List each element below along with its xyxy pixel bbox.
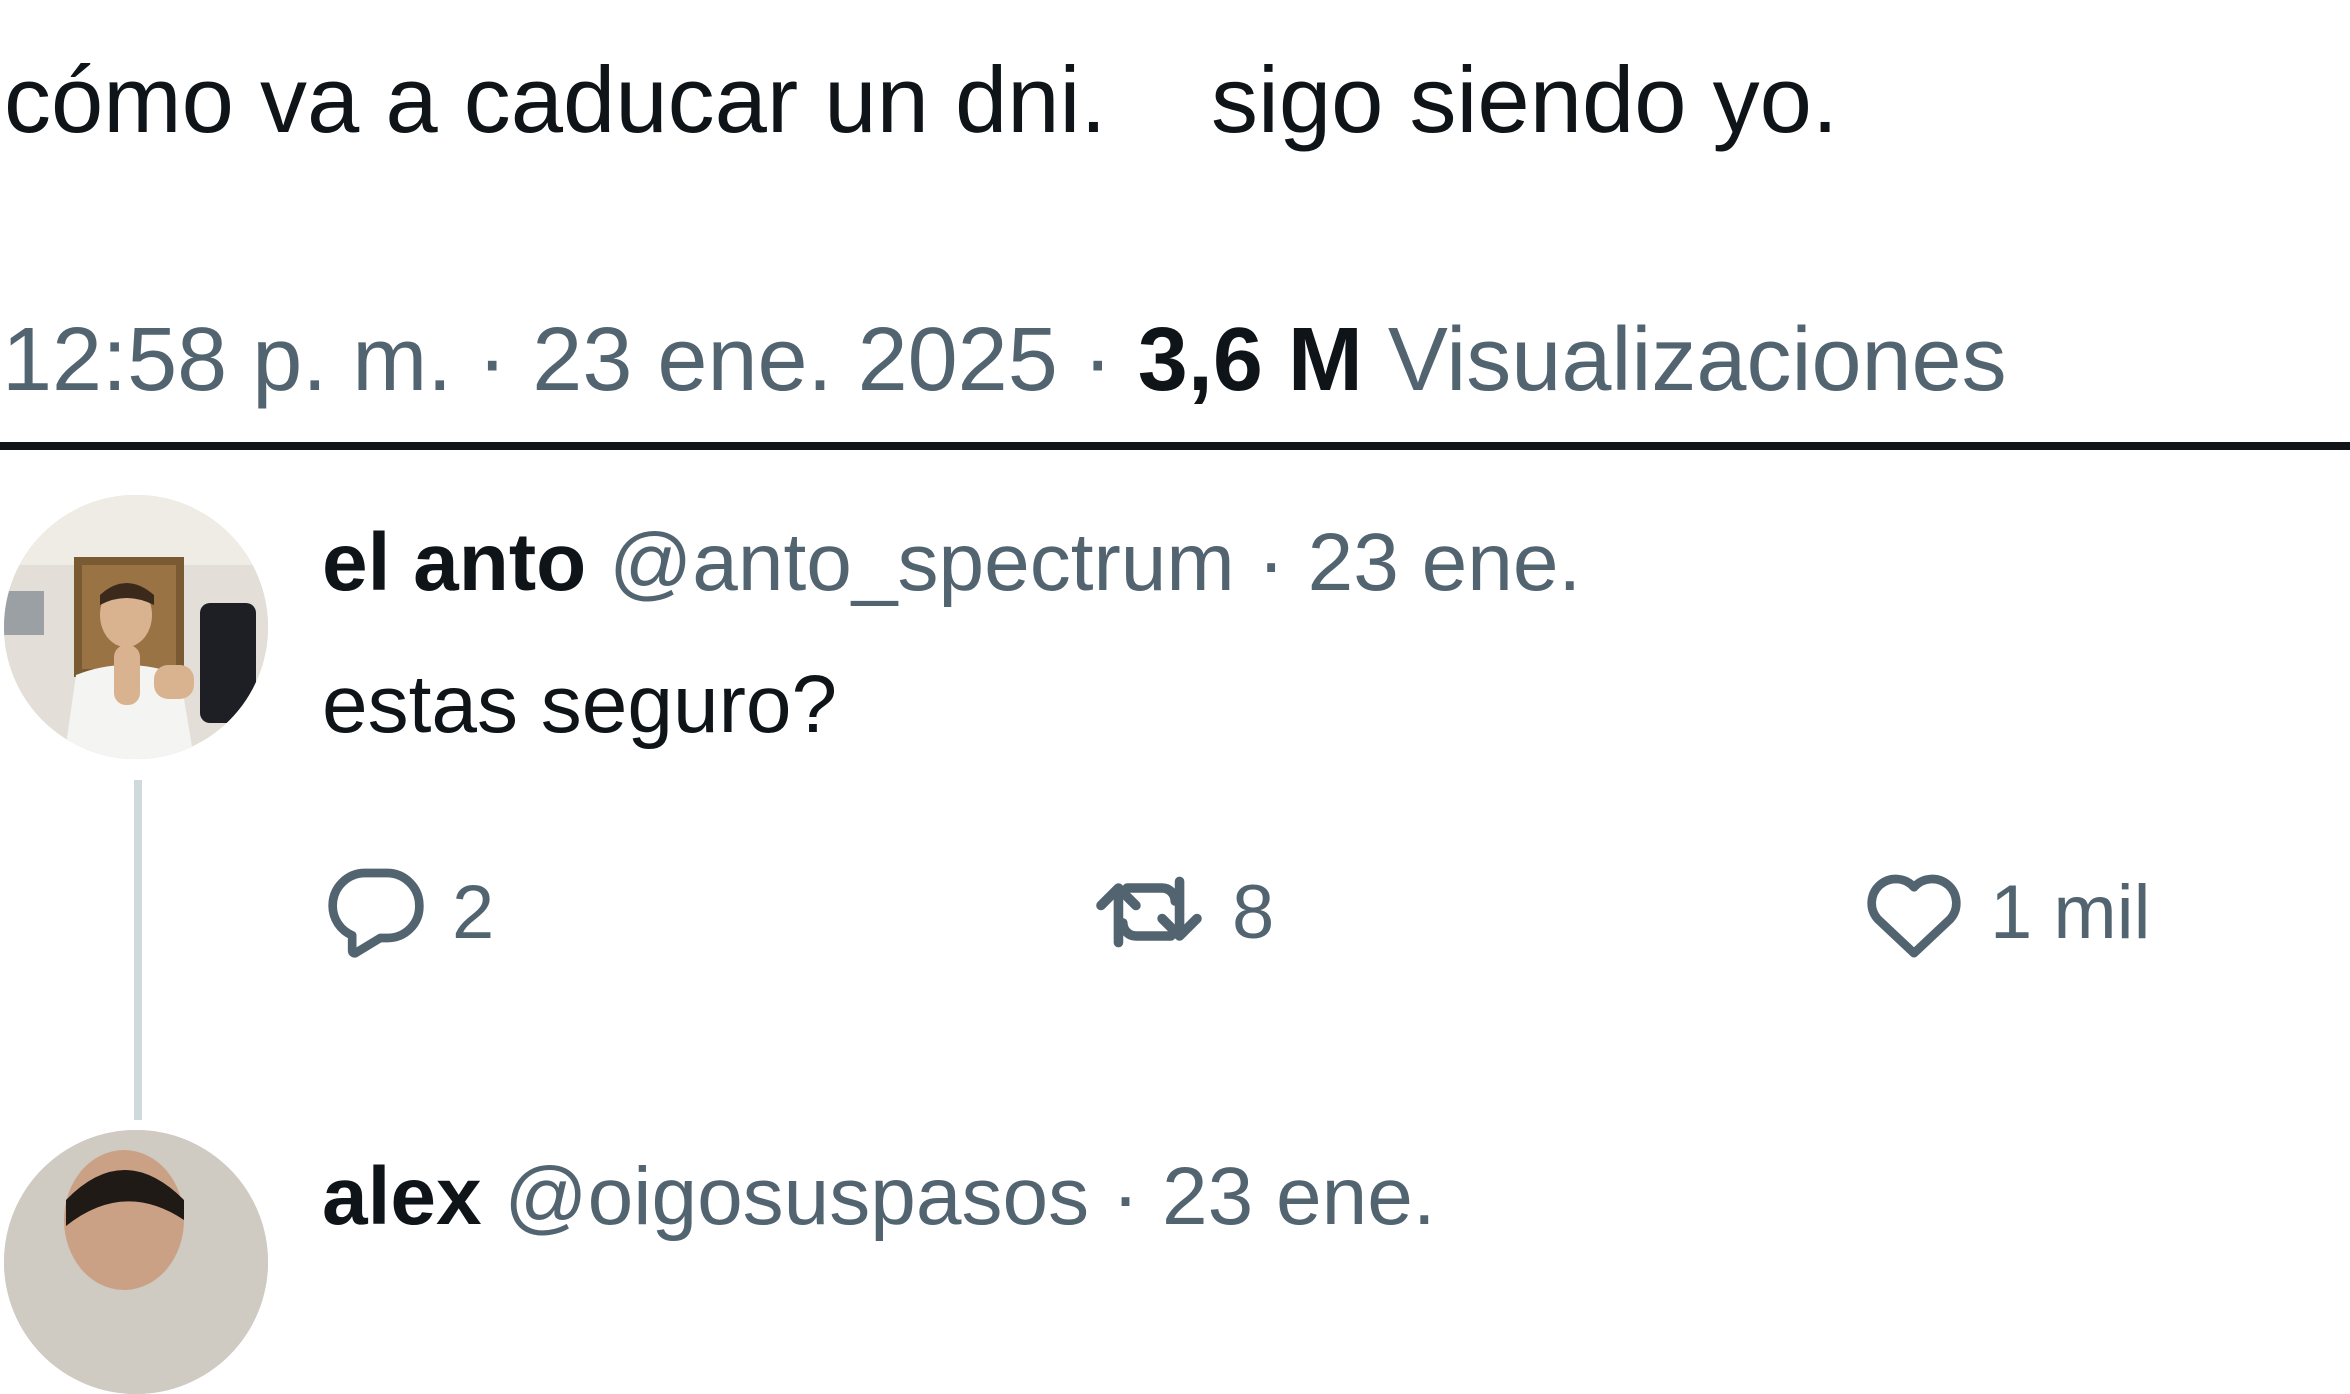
reply-date[interactable]: 23 ene. (1308, 517, 1582, 608)
header-separator: · (1257, 517, 1285, 608)
display-name[interactable]: el anto (322, 517, 586, 608)
meta-separator: · (477, 310, 508, 410)
user-handle[interactable]: @oigosuspasos (504, 1151, 1089, 1242)
tweet-text: cómo va a caducar un dni. sigo siendo yo… (4, 47, 1839, 152)
like-button[interactable]: 1 mil (1862, 862, 2150, 962)
retweet-arrows-icon (1096, 876, 1202, 948)
reply-date[interactable]: 23 ene. (1162, 1151, 1436, 1242)
reply-button[interactable]: 2 (324, 862, 494, 962)
reply-header: alex @oigosuspasos · 23 ene. (322, 1142, 1436, 1252)
main-tweet: cómo va a caducar un dni. sigo siendo yo… (0, 0, 2350, 450)
tweet-meta: 12:58 p. m. · 23 ene. 2025 · 3,6 M Visua… (2, 300, 2007, 420)
avatar-photo-icon (4, 495, 268, 759)
header-separator: · (1111, 1151, 1140, 1242)
heart-icon (1867, 874, 1961, 958)
reply-text: estas seguro? (322, 659, 838, 750)
avatar[interactable] (4, 1130, 268, 1394)
views-count[interactable]: 3,6 M (1138, 310, 1363, 410)
thread-line (134, 780, 142, 1120)
user-handle[interactable]: @anto_spectrum (609, 517, 1235, 608)
avatar-photo-icon (4, 1130, 268, 1394)
reply-header: el anto @anto_spectrum · 23 ene. (322, 508, 1581, 618)
tweet-time[interactable]: 12:58 p. m. (2, 310, 452, 410)
meta-separator: · (1082, 310, 1113, 410)
retweet-button[interactable]: 8 (1090, 862, 1274, 962)
avatar[interactable] (4, 495, 268, 759)
retweet-count: 8 (1232, 869, 1275, 955)
speech-bubble-icon (328, 868, 424, 958)
reply-tweet[interactable]: alex @oigosuspasos · 23 ene. (0, 1130, 2350, 1394)
like-count: 1 mil (1990, 869, 2151, 955)
reply-count: 2 (452, 869, 495, 955)
reply-tweet[interactable]: el anto @anto_spectrum · 23 ene. estas s… (0, 450, 2350, 1140)
views-label[interactable]: Visualizaciones (1388, 310, 2007, 410)
tweet-date[interactable]: 23 ene. 2025 (532, 310, 1058, 410)
display-name[interactable]: alex (322, 1151, 482, 1242)
